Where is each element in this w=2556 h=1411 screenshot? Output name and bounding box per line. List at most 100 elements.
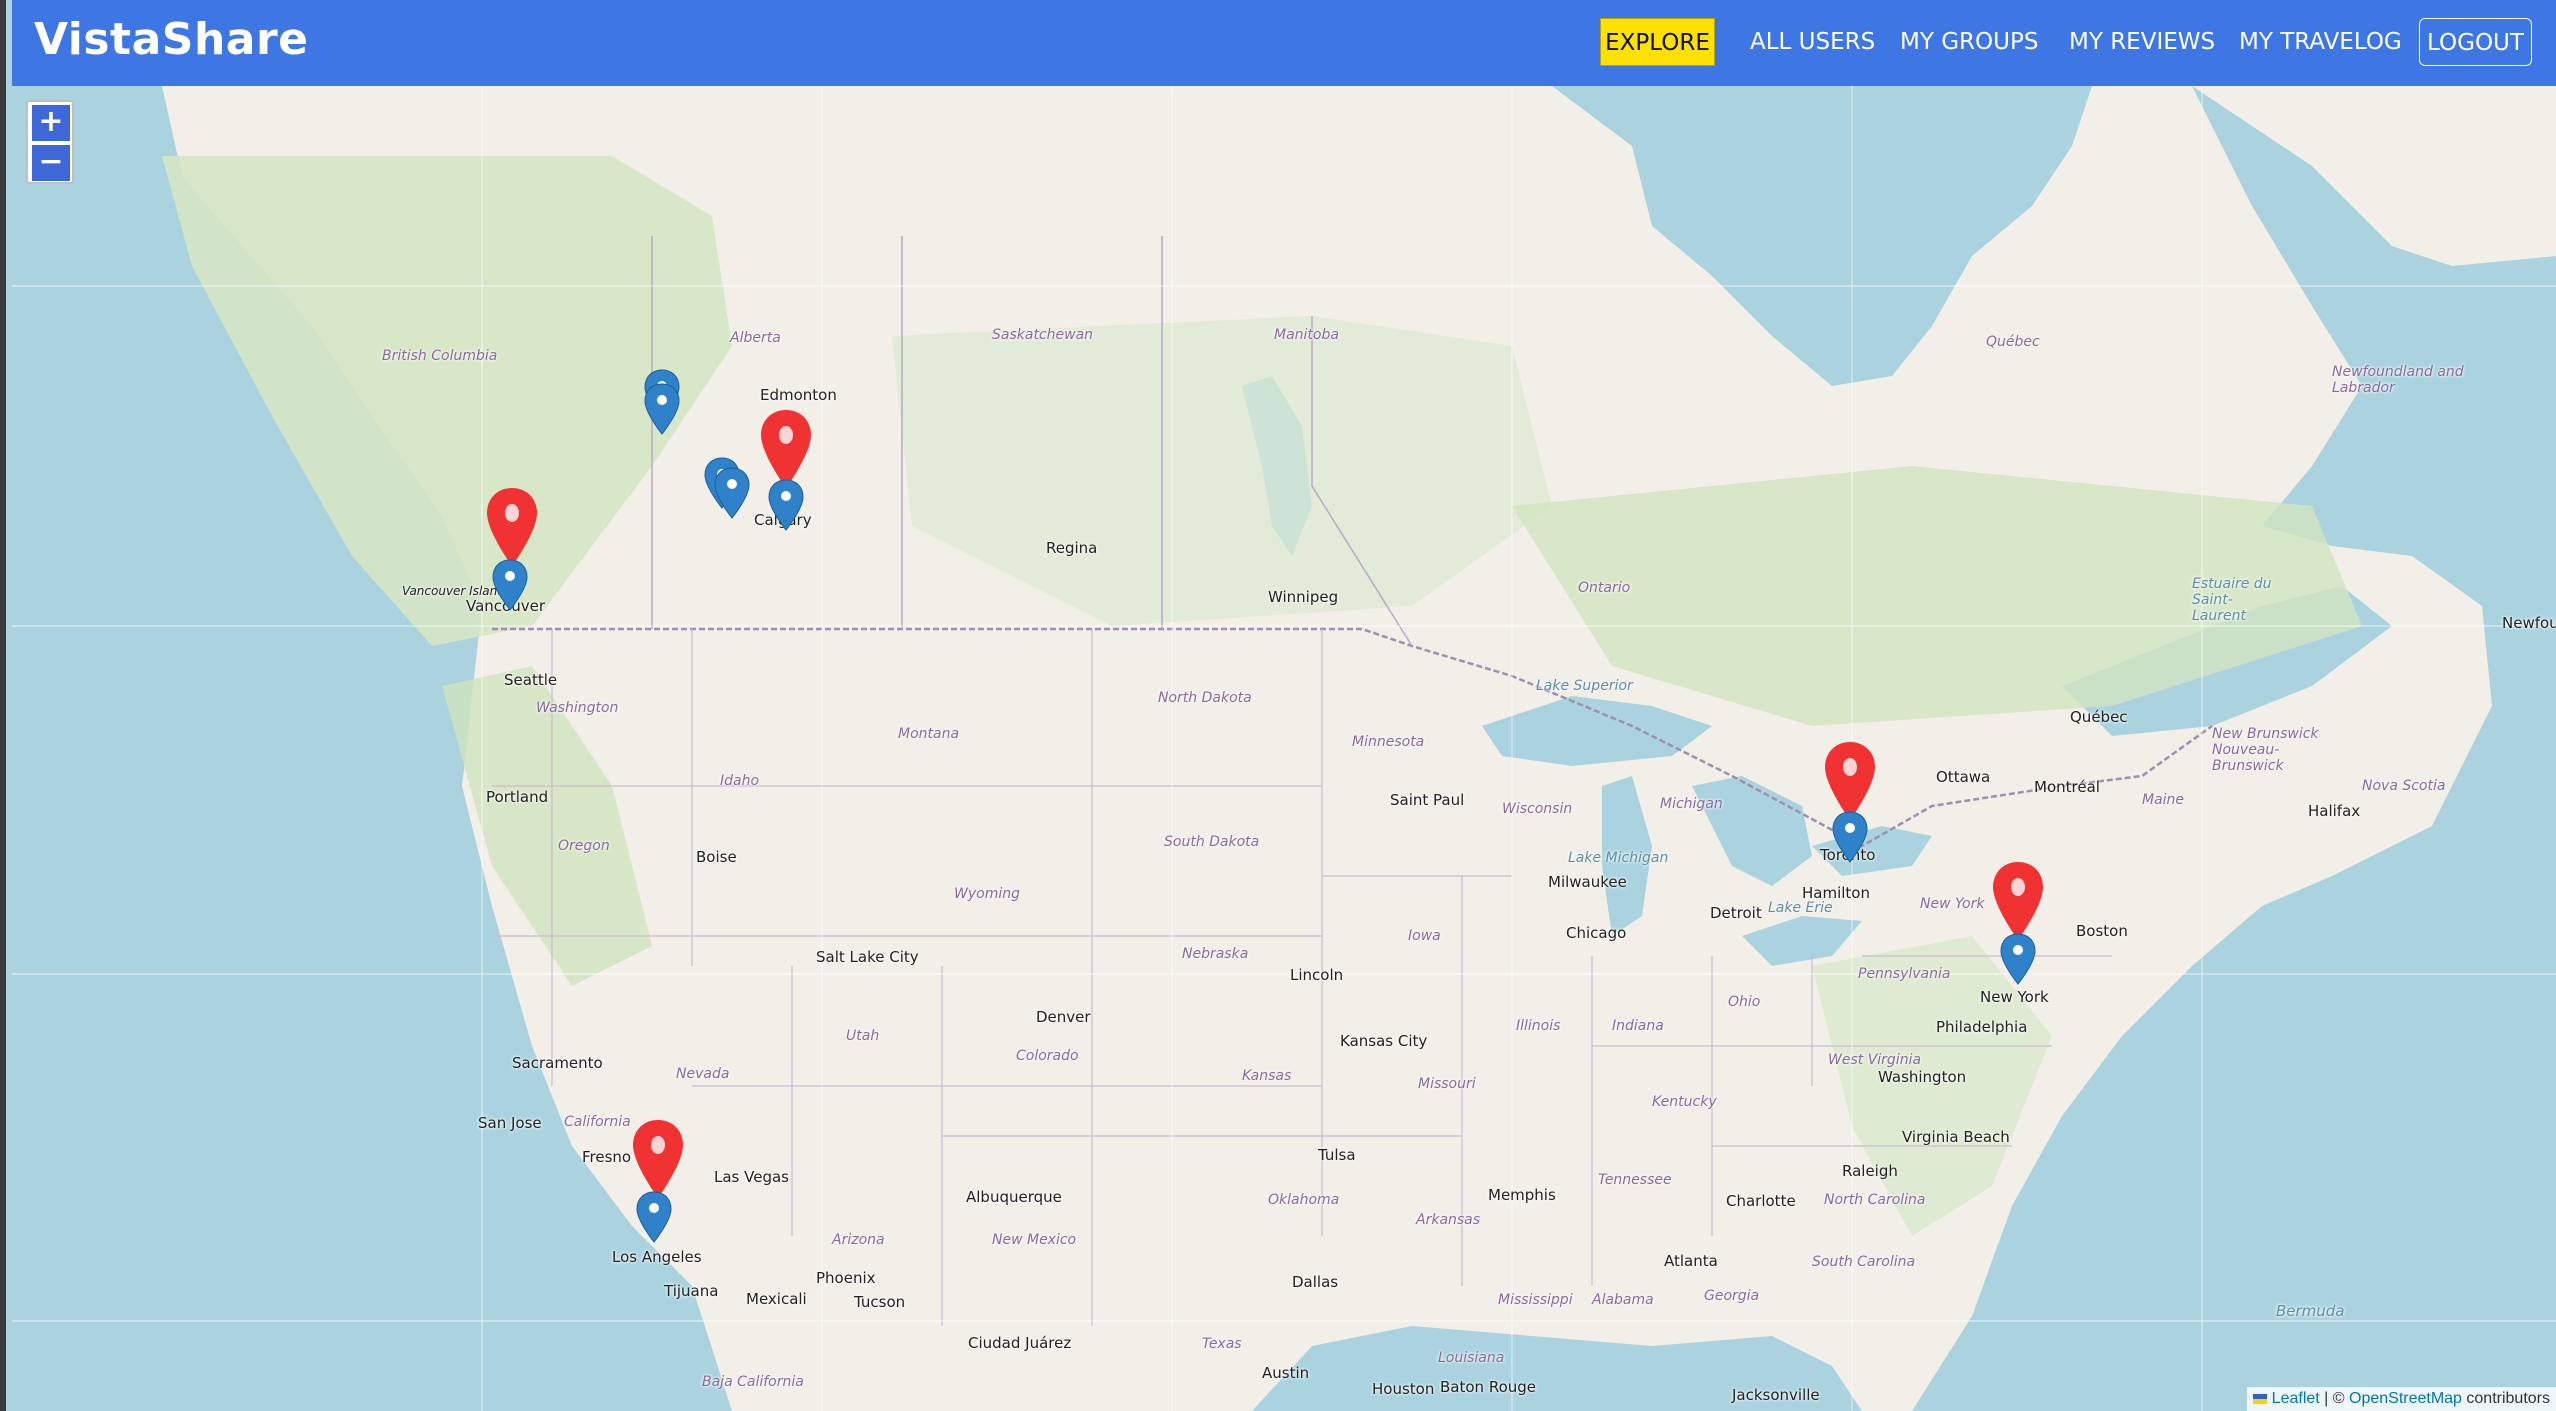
region-label: Saskatchewan (992, 327, 1094, 343)
region-label: Missouri (1418, 1076, 1476, 1092)
logout-button[interactable]: LOGOUT (2419, 18, 2532, 66)
region-label: New Mexico (992, 1232, 1077, 1248)
city-label: Dallas (1292, 1273, 1339, 1291)
city-label: Memphis (1488, 1186, 1556, 1204)
region-label: Mississippi (1498, 1292, 1573, 1308)
city-label: Denver (1036, 1008, 1091, 1026)
city-label: Edmonton (760, 386, 837, 404)
region-label: Maine (2142, 792, 2185, 808)
city-label: New York (1980, 988, 2049, 1006)
city-label: Las Vegas (714, 1168, 789, 1186)
region-label: Oregon (558, 838, 610, 854)
zoom-out-button[interactable]: − (32, 145, 70, 181)
city-label: Saint Paul (1390, 791, 1465, 809)
nav-my-reviews[interactable]: MY REVIEWS (2069, 18, 2215, 66)
city-label: Kansas City (1340, 1032, 1428, 1050)
city-label: Fresno (582, 1148, 632, 1166)
blue-location-marker[interactable] (766, 478, 806, 532)
region-label: Alberta (730, 330, 781, 346)
region-label: Georgia (1704, 1288, 1760, 1304)
brand-logo[interactable]: VistaShare (34, 14, 309, 65)
red-location-marker[interactable] (484, 486, 540, 568)
city-label: Halifax (2308, 802, 2361, 820)
blue-location-marker[interactable] (634, 1190, 674, 1244)
region-label: New Brunswick Nouveau-Brunswick (2212, 726, 2319, 774)
region-label: South Carolina (1812, 1254, 1916, 1270)
region-label: Nova Scotia (2362, 778, 2446, 794)
city-label: Seattle (504, 671, 558, 689)
region-label: Arkansas (1416, 1212, 1481, 1228)
zoom-in-button[interactable]: + (32, 105, 70, 141)
red-location-marker[interactable] (630, 1118, 686, 1200)
city-label: Los Angeles (612, 1248, 702, 1266)
city-label: Virginia Beach (1902, 1128, 2010, 1146)
city-label: Sacramento (512, 1054, 603, 1072)
city-label: Milwaukee (1548, 873, 1627, 891)
region-label: British Columbia (382, 348, 498, 364)
region-label: Illinois (1516, 1018, 1561, 1034)
city-label: Boise (696, 848, 737, 866)
city-label: Jacksonville (1732, 1386, 1820, 1404)
attribution-separator: | © (2319, 1390, 2349, 1407)
city-label: Tulsa (1318, 1146, 1356, 1164)
blue-location-marker[interactable] (642, 382, 682, 436)
nav-my-travelog[interactable]: MY TRAVELOG (2239, 18, 2402, 66)
city-label: Albuquerque (966, 1188, 1062, 1206)
city-label: Phoenix (816, 1269, 876, 1287)
region-label: West Virginia (1828, 1052, 1922, 1068)
region-label: Wisconsin (1502, 801, 1573, 817)
region-label: California (564, 1114, 631, 1130)
city-label: Montréal (2034, 778, 2100, 796)
region-label: Newfoundland and Labrador (2332, 364, 2464, 396)
attribution-tail: contributors (2461, 1390, 2550, 1407)
city-label: Atlanta (1664, 1252, 1718, 1270)
region-label: Ontario (1578, 580, 1631, 596)
leaflet-link[interactable]: Leaflet (2272, 1390, 2320, 1407)
region-label: Louisiana (1438, 1350, 1505, 1366)
city-label: Baton Rouge (1440, 1378, 1536, 1396)
region-label: Nevada (676, 1066, 730, 1082)
blue-location-marker[interactable] (712, 466, 752, 520)
region-label: Kentucky (1652, 1094, 1717, 1110)
region-label: Québec (1986, 334, 2040, 350)
region-label: Montana (898, 726, 960, 742)
zoom-control: + − (26, 100, 74, 184)
city-label: Washington (1878, 1068, 1967, 1086)
city-label: Ciudad Juárez (968, 1334, 1072, 1352)
map-view[interactable]: Edmonton Calgary Regina Winnipeg Vancouv… (12, 86, 2556, 1411)
nav-all-users[interactable]: ALL USERS (1750, 18, 1875, 66)
blue-location-marker[interactable] (1998, 932, 2038, 986)
region-label: Lake Michigan (1568, 850, 1669, 866)
city-label: Charlotte (1726, 1192, 1796, 1210)
region-label: Manitoba (1274, 327, 1339, 343)
blue-location-marker[interactable] (1830, 810, 1870, 864)
city-label: Regina (1046, 539, 1098, 557)
region-label: Estuaire du Saint-Laurent (2192, 576, 2272, 624)
blue-location-marker[interactable] (490, 558, 530, 612)
flag-icon (2253, 1393, 2268, 1404)
map-tiles (12, 86, 2556, 1411)
top-navbar: VistaShare EXPLORE ALL USERS MY GROUPS M… (12, 0, 2556, 86)
openstreetmap-link[interactable]: OpenStreetMap (2349, 1390, 2462, 1407)
region-label: North Dakota (1158, 690, 1252, 706)
nav-explore[interactable]: EXPLORE (1600, 18, 1715, 66)
city-label: Philadelphia (1936, 1018, 2028, 1036)
region-label: Baja California (702, 1374, 804, 1390)
city-label: Chicago (1566, 924, 1627, 942)
city-label: Raleigh (1842, 1162, 1898, 1180)
region-label: Iowa (1408, 928, 1441, 944)
nav-my-groups[interactable]: MY GROUPS (1900, 18, 2038, 66)
region-label: Pennsylvania (1858, 966, 1951, 982)
app-window: VistaShare EXPLORE ALL USERS MY GROUPS M… (0, 0, 2556, 1411)
region-label: Kansas (1242, 1068, 1292, 1084)
region-label: Michigan (1660, 796, 1723, 812)
region-label: Wyoming (954, 886, 1020, 902)
region-label: Nebraska (1182, 946, 1249, 962)
red-location-marker[interactable] (1990, 860, 2046, 942)
city-label: Austin (1262, 1364, 1310, 1382)
region-label: Washington (536, 700, 619, 716)
region-label: Minnesota (1352, 734, 1425, 750)
region-label: South Dakota (1164, 834, 1260, 850)
city-label: Québec (2070, 708, 2128, 726)
city-label: Salt Lake City (816, 948, 919, 966)
